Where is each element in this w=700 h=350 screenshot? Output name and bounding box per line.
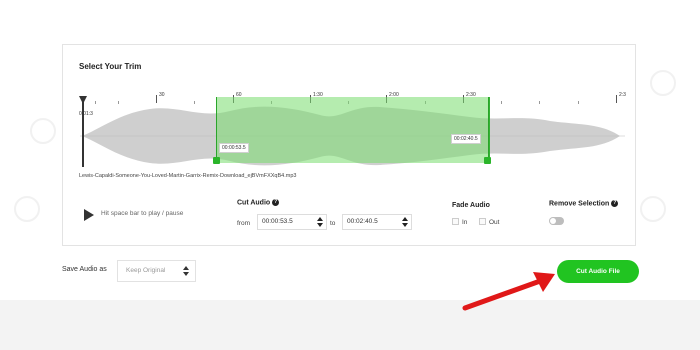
help-icon[interactable]: ? — [611, 200, 619, 207]
fade-audio-label: Fade Audio — [452, 202, 490, 209]
red-arrow-annotation — [462, 272, 555, 311]
background-decoration — [30, 118, 56, 144]
fade-out-label: Out — [489, 219, 500, 226]
background-decoration — [650, 70, 676, 96]
cut-to-value: 00:02:40.5 — [347, 218, 378, 225]
background-decoration — [640, 196, 666, 222]
from-label: from — [237, 220, 250, 227]
panel-title: Select Your Trim — [79, 62, 142, 71]
fade-out-checkbox[interactable] — [479, 218, 486, 225]
select-chevron-icon — [183, 266, 189, 276]
to-label: to — [330, 220, 336, 227]
save-format-select[interactable]: Keep Original — [117, 260, 196, 282]
playhead-time: 0:01:3 — [79, 111, 93, 117]
trim-start-handle[interactable] — [213, 157, 220, 164]
remove-selection-label-text: Remove Selection — [549, 200, 610, 208]
background-decoration — [14, 196, 40, 222]
cut-audio-label: Cut Audio? — [237, 199, 280, 207]
trim-panel: Select Your Trim 30 60 1:30 2:00 2:30 2:… — [62, 44, 636, 246]
trim-end-line — [488, 97, 489, 159]
from-stepper-icon[interactable] — [317, 217, 323, 227]
play-hint: Hit space bar to play / pause — [101, 210, 184, 217]
cut-from-value: 00:00:53.5 — [262, 218, 293, 225]
cut-audio-label-text: Cut Audio — [237, 199, 271, 207]
playhead-marker[interactable] — [79, 96, 87, 104]
toggle-knob — [550, 218, 556, 224]
ruler-label: 30 — [159, 92, 165, 98]
trim-end-handle[interactable] — [484, 157, 491, 164]
selection-start-time: 00:00:53.5 — [219, 143, 249, 153]
playhead-line — [82, 99, 84, 167]
fade-in-label: In — [462, 219, 468, 226]
cut-to-input[interactable]: 00:02:40.5 — [342, 214, 412, 230]
trim-selection[interactable] — [216, 97, 490, 163]
remove-selection-label: Remove Selection? — [549, 200, 619, 208]
audio-filename: Lewis-Capaldi-Someone-You-Loved-Martin-G… — [79, 173, 297, 179]
help-icon[interactable]: ? — [272, 199, 280, 206]
cut-audio-file-button[interactable]: Cut Audio File — [557, 260, 639, 283]
remove-selection-toggle[interactable] — [549, 217, 564, 225]
ruler-label: 2:3 — [619, 92, 626, 98]
cut-from-input[interactable]: 00:00:53.5 — [257, 214, 327, 230]
selection-end-time: 00:02:40.5 — [451, 134, 481, 144]
to-stepper-icon[interactable] — [402, 217, 408, 227]
save-audio-label: Save Audio as — [62, 266, 107, 273]
trim-start-line — [216, 97, 217, 159]
save-format-value: Keep Original — [126, 267, 166, 274]
fade-in-checkbox[interactable] — [452, 218, 459, 225]
play-pause-button[interactable] — [84, 209, 94, 221]
page-footer-band — [0, 300, 700, 350]
